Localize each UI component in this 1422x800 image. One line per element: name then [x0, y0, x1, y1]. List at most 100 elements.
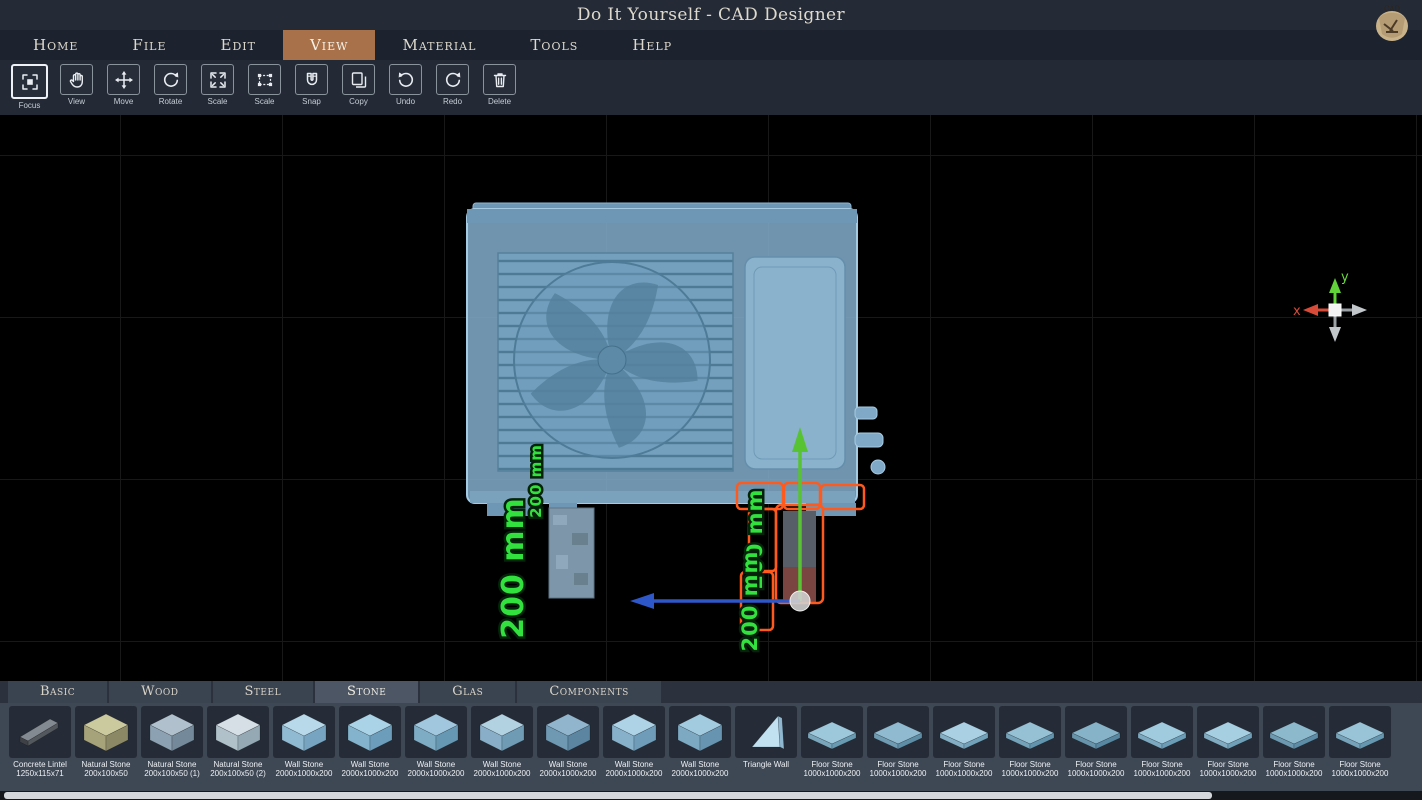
library-item[interactable]: Wall Stone 2000x1000x200: [470, 706, 534, 791]
library-item-size: 2000x1000x200: [672, 769, 729, 778]
copy-icon: [349, 70, 369, 90]
library-item-name: Wall Stone: [483, 760, 521, 769]
dimension-label-left: 200 mm: [496, 497, 531, 639]
library-item-thumbnail: [801, 706, 863, 758]
snap-button[interactable]: Snap: [288, 64, 335, 110]
library-item[interactable]: Concrete Lintel 1250x115x71: [8, 706, 72, 791]
library-item-name: Floor Stone: [1141, 760, 1182, 769]
delete-button[interactable]: Delete: [476, 64, 523, 110]
scale-rect-button[interactable]: Scale: [241, 64, 288, 110]
scrollbar-thumb[interactable]: [4, 792, 1212, 799]
viewport-3d[interactable]: 200 mm 200 mm 200 mm 200 mm: [0, 115, 1422, 681]
menu-item[interactable]: Edit: [194, 30, 283, 60]
library-item[interactable]: Floor Stone 1000x1000x200: [998, 706, 1062, 791]
axis-gizmo-cube[interactable]: [1329, 304, 1341, 316]
library-item-name: Concrete Lintel: [13, 760, 67, 769]
axis-orientation-gizmo[interactable]: y x: [1293, 270, 1367, 342]
library-item-size: 2000x1000x200: [276, 769, 333, 778]
library-item[interactable]: Wall Stone 2000x1000x200: [668, 706, 732, 791]
library-item-size: 200x100x50 (1): [144, 769, 200, 778]
library-item-thumbnail: [471, 706, 533, 758]
toolbar: Focus View Move Rotate Scale Scale: [0, 60, 1422, 115]
library-item[interactable]: Floor Stone 1000x1000x200: [1262, 706, 1326, 791]
undo-icon: [396, 70, 416, 90]
library-item[interactable]: Natural Stone 200x100x50 (2): [206, 706, 270, 791]
library-item-thumbnail: [1329, 706, 1391, 758]
copy-button[interactable]: Copy: [335, 64, 382, 110]
library-item[interactable]: Triangle Wall: [734, 706, 798, 791]
scale-rect-icon: [255, 70, 275, 90]
move-button[interactable]: Move: [100, 64, 147, 110]
menu-item[interactable]: File: [105, 30, 193, 60]
tool-buttons: Focus View Move Rotate Scale Scale: [6, 64, 523, 110]
library-item-size: 1000x1000x200: [936, 769, 993, 778]
library-item-name: Wall Stone: [681, 760, 719, 769]
library-item[interactable]: Natural Stone 200x100x50: [74, 706, 138, 791]
library-item[interactable]: Floor Stone 1000x1000x200: [1064, 706, 1128, 791]
scale-free-button[interactable]: Scale: [194, 64, 241, 110]
move-icon: [114, 70, 134, 90]
menu-item[interactable]: Tools: [503, 30, 605, 60]
gizmo-x-arrowhead[interactable]: [630, 593, 654, 609]
library-tab[interactable]: Basic: [8, 681, 107, 703]
library-item[interactable]: Natural Stone 200x100x50 (1): [140, 706, 204, 791]
library-item-size: 200x100x50 (2): [210, 769, 266, 778]
focus-button[interactable]: Focus: [6, 64, 53, 110]
library-item-size: 2000x1000x200: [474, 769, 531, 778]
library-tab[interactable]: Stone: [315, 681, 418, 703]
library-item[interactable]: Floor Stone 1000x1000x200: [1130, 706, 1194, 791]
library-item-name: Natural Stone: [214, 760, 263, 769]
library-item-size: 2000x1000x200: [540, 769, 597, 778]
library-item-name: Floor Stone: [943, 760, 984, 769]
library-item-thumbnail: [933, 706, 995, 758]
axis-down-arrow[interactable]: [1329, 327, 1341, 342]
library-tabs: Basic Wood Steel Stone Glas Components: [0, 681, 1422, 703]
menu-item[interactable]: View: [283, 30, 376, 60]
library-item-thumbnail: [405, 706, 467, 758]
menu-item[interactable]: Home: [6, 30, 105, 60]
library-item[interactable]: Floor Stone 1000x1000x200: [800, 706, 864, 791]
title-bar: Do It Yourself - CAD Designer: [0, 0, 1422, 30]
axis-y-arrow[interactable]: [1329, 278, 1341, 293]
gizmo-origin-handle[interactable]: [790, 591, 810, 611]
menu-item[interactable]: Help: [605, 30, 699, 60]
library-item[interactable]: Wall Stone 2000x1000x200: [536, 706, 600, 791]
scene-canvas: 200 mm 200 mm 200 mm 200 mm: [0, 115, 1422, 681]
library-item-name: Floor Stone: [1339, 760, 1380, 769]
undo-button[interactable]: Undo: [382, 64, 429, 110]
library-item[interactable]: Wall Stone 2000x1000x200: [602, 706, 666, 791]
menu-item[interactable]: Material: [375, 30, 503, 60]
library-item[interactable]: Wall Stone 2000x1000x200: [272, 706, 336, 791]
horizontal-scrollbar[interactable]: [0, 791, 1422, 800]
library-tab[interactable]: Glas: [420, 681, 515, 703]
library-item-thumbnail: [1263, 706, 1325, 758]
library-item-name: Floor Stone: [1075, 760, 1116, 769]
rotate-button[interactable]: Rotate: [147, 64, 194, 110]
library-item-name: Natural Stone: [82, 760, 131, 769]
view-pan-button[interactable]: View: [53, 64, 100, 110]
library-tab[interactable]: Wood: [109, 681, 210, 703]
library-item[interactable]: Floor Stone 1000x1000x200: [1196, 706, 1260, 791]
hand-icon: [67, 70, 87, 90]
library-item[interactable]: Floor Stone 1000x1000x200: [932, 706, 996, 791]
library-item-name: Wall Stone: [351, 760, 389, 769]
library-item[interactable]: Wall Stone 2000x1000x200: [338, 706, 402, 791]
library-item-name: Floor Stone: [1207, 760, 1248, 769]
library-item-name: Wall Stone: [549, 760, 587, 769]
library-item[interactable]: Floor Stone 1000x1000x200: [1328, 706, 1392, 791]
axis-z-arrow[interactable]: [1352, 304, 1367, 316]
window-title: Do It Yourself - CAD Designer: [577, 5, 845, 25]
axis-y-label: y: [1341, 270, 1349, 285]
redo-button[interactable]: Redo: [429, 64, 476, 110]
library-item[interactable]: Floor Stone 1000x1000x200: [866, 706, 930, 791]
library-tab[interactable]: Steel: [213, 681, 314, 703]
rotate-icon: [161, 70, 181, 90]
library-item-size: 1000x1000x200: [804, 769, 861, 778]
library-item-size: 1000x1000x200: [870, 769, 927, 778]
library-item-thumbnail: [735, 706, 797, 758]
library-tab[interactable]: Components: [517, 681, 660, 703]
stone-block-model[interactable]: [549, 508, 594, 598]
library-item[interactable]: Wall Stone 2000x1000x200: [404, 706, 468, 791]
axis-x-arrow[interactable]: [1303, 304, 1318, 316]
dimension-label-left-small: 200 mm: [527, 444, 545, 518]
